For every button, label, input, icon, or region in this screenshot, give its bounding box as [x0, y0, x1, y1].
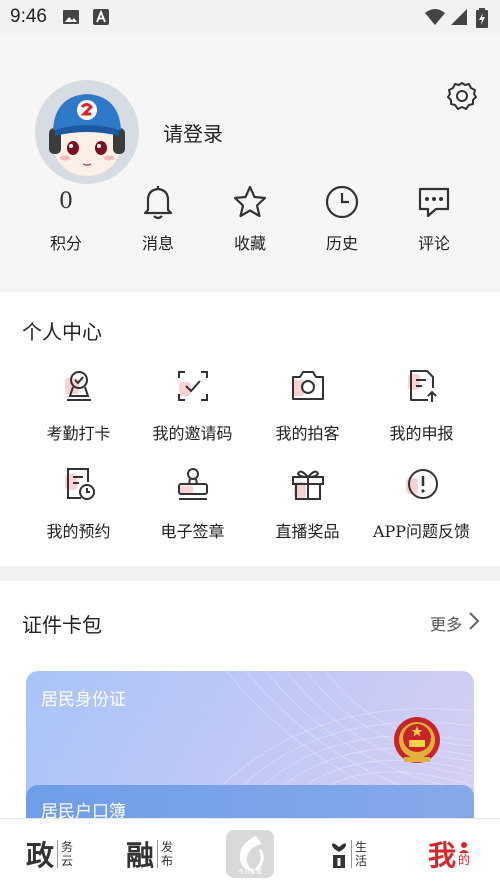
stat-history[interactable]: 历史 — [302, 184, 382, 254]
login-link[interactable]: 请登录 — [163, 118, 223, 147]
stat-messages[interactable]: 消息 — [118, 184, 198, 254]
app-logo-text: 今日蕉城 — [237, 869, 262, 876]
signal-icon — [450, 8, 468, 30]
appointment-item[interactable]: 我的预约 — [16, 464, 141, 542]
bottom-tab-bar: 政 务云 融 发布 今日蕉城 生活 我 的 — [0, 818, 500, 889]
more-label: 更多 — [429, 615, 462, 634]
status-time: 9:46 — [10, 6, 47, 27]
appointment-icon — [16, 464, 141, 504]
tab-government-big: 政 — [26, 839, 55, 872]
tab-release[interactable]: 融 发布 — [126, 819, 173, 889]
status-bar: 9:46 — [0, 0, 500, 34]
points-label: 积分 — [49, 234, 82, 253]
wallet-title: 证件卡包 — [22, 613, 102, 637]
stat-comments[interactable]: 评论 — [394, 184, 474, 254]
tab-home-logo[interactable]: 今日蕉城 — [226, 819, 274, 889]
checkin-label: 考勤打卡 — [46, 424, 111, 443]
national-emblem-icon — [392, 713, 442, 771]
tab-release-big: 融 — [126, 839, 155, 872]
report-icon — [359, 366, 484, 406]
font-notification-icon — [92, 8, 110, 30]
comments-label: 评论 — [417, 234, 450, 253]
live-prize-item[interactable]: 直播奖品 — [245, 464, 370, 542]
tab-release-small: 发布 — [157, 840, 173, 868]
invite-code-label: 我的邀请码 — [152, 424, 233, 443]
user-icon — [459, 842, 470, 853]
e-seal-label: 电子签章 — [160, 522, 225, 541]
checkin-item[interactable]: 考勤打卡 — [16, 366, 141, 444]
bell-icon — [118, 184, 198, 220]
avatar[interactable] — [35, 80, 139, 184]
invite-code-icon — [130, 366, 255, 406]
image-notification-icon — [62, 8, 80, 30]
my-report-item[interactable]: 我的申报 — [359, 366, 484, 444]
feedback-item[interactable]: APP问题反馈 — [359, 464, 484, 542]
history-label: 历史 — [325, 234, 358, 253]
favorites-label: 收藏 — [233, 234, 266, 253]
checkin-icon — [16, 366, 141, 406]
settings-gear-icon[interactable] — [447, 81, 477, 111]
more-link[interactable]: 更多 — [430, 611, 480, 635]
profile-header: 请登录 0 积分 消息 收藏 历史 评论 — [0, 34, 500, 289]
live-prize-label: 直播奖品 — [275, 522, 340, 541]
clock-icon — [302, 184, 382, 220]
gift-icon — [245, 464, 370, 504]
my-report-label: 我的申报 — [389, 424, 454, 443]
tab-government[interactable]: 政 务云 — [26, 819, 73, 889]
messages-label: 消息 — [141, 234, 174, 253]
feedback-label: APP问题反馈 — [372, 522, 471, 541]
invite-code-item[interactable]: 我的邀请码 — [130, 366, 255, 444]
appointment-label: 我的预约 — [46, 522, 111, 541]
star-icon — [210, 184, 290, 220]
points-value: 0 — [59, 189, 73, 214]
seal-icon — [130, 464, 255, 504]
comment-icon — [394, 184, 474, 220]
tab-life[interactable]: 生活 — [330, 819, 367, 889]
tab-government-small: 务云 — [57, 840, 73, 868]
my-photos-label: 我的拍客 — [275, 424, 340, 443]
camera-icon — [245, 366, 370, 406]
chevron-right-icon — [468, 611, 480, 635]
personal-center-card: 个人中心 考勤打卡 我的邀请码 我的拍客 我的申报 我的预约 电子签章 直播奖品… — [0, 292, 500, 566]
id-card-title: 居民身份证 — [41, 690, 126, 710]
e-seal-item[interactable]: 电子签章 — [130, 464, 255, 542]
tab-mine[interactable]: 我 的 — [428, 819, 470, 889]
stat-favorites[interactable]: 收藏 — [210, 184, 290, 254]
tab-mine-big: 我 — [428, 839, 457, 872]
tab-life-small: 生活 — [351, 840, 367, 868]
life-icon — [330, 839, 348, 869]
battery-icon — [476, 8, 488, 32]
my-photos-item[interactable]: 我的拍客 — [245, 366, 370, 444]
app-logo-icon: 今日蕉城 — [226, 830, 274, 878]
personal-center-title: 个人中心 — [22, 320, 102, 344]
wifi-icon — [424, 8, 446, 30]
feedback-icon — [359, 464, 484, 504]
tab-mine-small: 的 — [458, 841, 470, 867]
stat-points[interactable]: 0 积分 — [26, 184, 106, 254]
